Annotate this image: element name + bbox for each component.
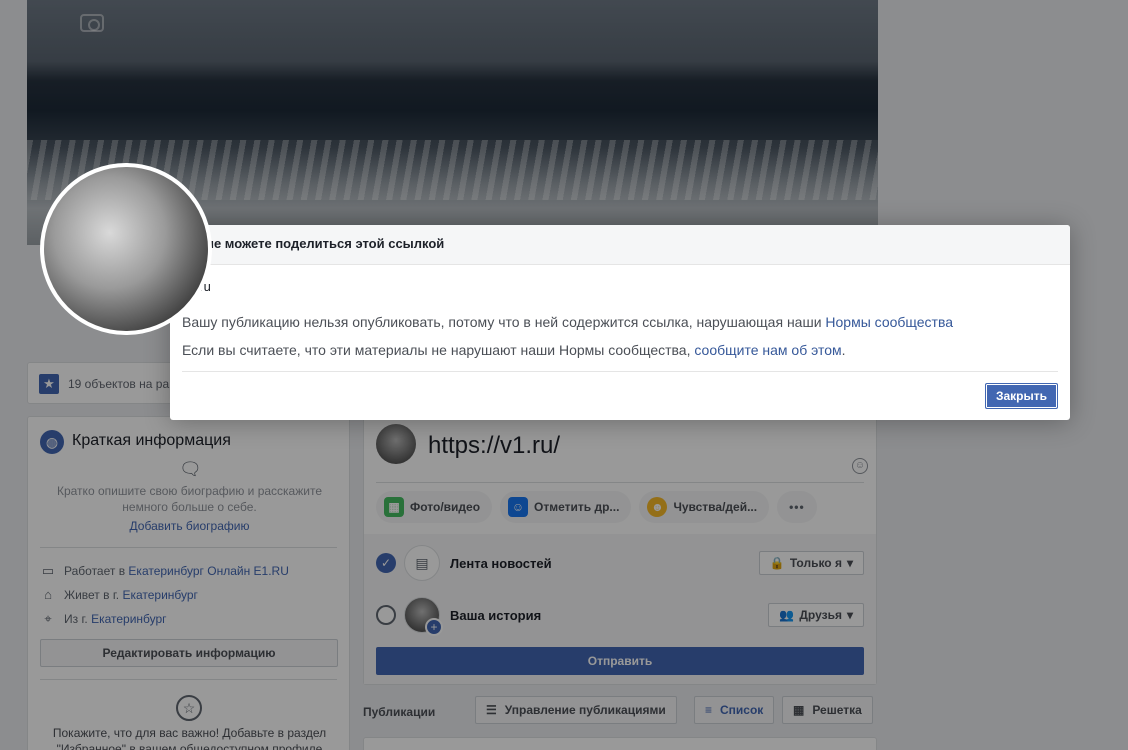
divider bbox=[182, 371, 1058, 372]
message-text: Вашу публикацию нельзя опубликовать, пот… bbox=[182, 314, 822, 330]
dialog-message-2: Если вы считаете, что эти материалы не н… bbox=[182, 342, 1058, 358]
message2-suffix: . bbox=[841, 342, 846, 358]
message2-text: Если вы считаете, что эти материалы не н… bbox=[182, 342, 691, 358]
link-domain: v1.ru bbox=[182, 279, 1058, 294]
report-link[interactable]: сообщите нам об этом bbox=[694, 342, 841, 358]
community-standards-link[interactable]: Нормы сообщества bbox=[825, 314, 953, 330]
profile-avatar[interactable] bbox=[40, 163, 212, 335]
dialog-message: Вашу публикацию нельзя опубликовать, пот… bbox=[182, 314, 1058, 330]
dialog-title: Вы не можете поделиться этой ссылкой bbox=[170, 225, 1070, 265]
share-blocked-dialog: Вы не можете поделиться этой ссылкой v1.… bbox=[170, 225, 1070, 420]
dialog-body: v1.ru Вашу публикацию нельзя опубликоват… bbox=[170, 279, 1070, 358]
close-button[interactable]: Закрыть bbox=[984, 383, 1058, 409]
